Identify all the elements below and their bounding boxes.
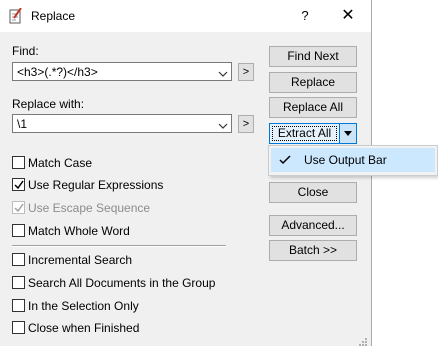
checkbox-box[interactable] xyxy=(12,178,25,191)
checkmark-icon xyxy=(279,154,291,168)
checkbox-label: Use Escape Sequence xyxy=(28,201,151,215)
checkbox-box[interactable] xyxy=(12,299,25,312)
checkbox-label: In the Selection Only xyxy=(28,299,139,313)
extract-all-button[interactable]: Extract All xyxy=(269,123,340,144)
checkbox-box[interactable] xyxy=(12,253,25,266)
replace-button[interactable]: Replace xyxy=(269,72,357,93)
find-next-button[interactable]: Find Next xyxy=(269,46,357,67)
notepad-pencil-icon xyxy=(9,7,23,24)
replace-regex-menu-button[interactable]: > xyxy=(238,115,254,133)
checkbox-label: Use Regular Expressions xyxy=(28,178,164,192)
checkbox-label: Match Case xyxy=(28,156,93,170)
caret-down-icon xyxy=(344,131,352,136)
replace-all-button[interactable]: Replace All xyxy=(269,97,357,118)
checkbox-box[interactable] xyxy=(12,276,25,289)
checkbox-box[interactable] xyxy=(12,321,25,334)
checkbox-label: Match Whole Word xyxy=(28,224,130,238)
checkbox-box[interactable] xyxy=(12,224,25,237)
checkbox-box xyxy=(12,201,25,214)
replace-with-label: Replace with: xyxy=(12,97,85,111)
find-label: Find: xyxy=(12,44,39,58)
replace-input[interactable]: \1 xyxy=(17,117,27,131)
window-title: Replace xyxy=(31,9,76,23)
help-button[interactable]: ? xyxy=(294,5,316,27)
close-button[interactable]: Close xyxy=(269,182,357,203)
chevron-down-icon[interactable] xyxy=(218,67,228,77)
advanced-button[interactable]: Advanced... xyxy=(269,215,357,236)
menu-item-label: Use Output Bar xyxy=(304,153,387,167)
find-input[interactable]: <h3>(.*?)</h3> xyxy=(17,65,98,79)
batch-button[interactable]: Batch >> xyxy=(269,240,357,261)
extract-all-dropdown-menu: Use Output Bar xyxy=(268,145,438,176)
menu-item-use-output-bar[interactable]: Use Output Bar xyxy=(271,148,435,172)
find-regex-menu-button[interactable]: > xyxy=(238,63,254,81)
find-combobox[interactable]: <h3>(.*?)</h3> xyxy=(12,62,232,81)
options-divider xyxy=(12,245,226,247)
focus-rectangle xyxy=(272,126,337,141)
resize-grip-icon[interactable] xyxy=(359,335,367,346)
checkbox-label: Close when Finished xyxy=(28,321,140,335)
title-bar: Replace ? ✕ xyxy=(0,0,371,32)
close-window-button[interactable]: ✕ xyxy=(337,5,359,27)
checkbox-label: Incremental Search xyxy=(28,253,133,267)
extract-all-dropdown-button[interactable] xyxy=(339,123,357,144)
checkbox-box[interactable] xyxy=(12,156,25,169)
chevron-down-icon[interactable] xyxy=(218,119,228,129)
replace-combobox[interactable]: \1 xyxy=(12,114,232,133)
checkbox-label: Search All Documents in the Group xyxy=(28,276,216,290)
